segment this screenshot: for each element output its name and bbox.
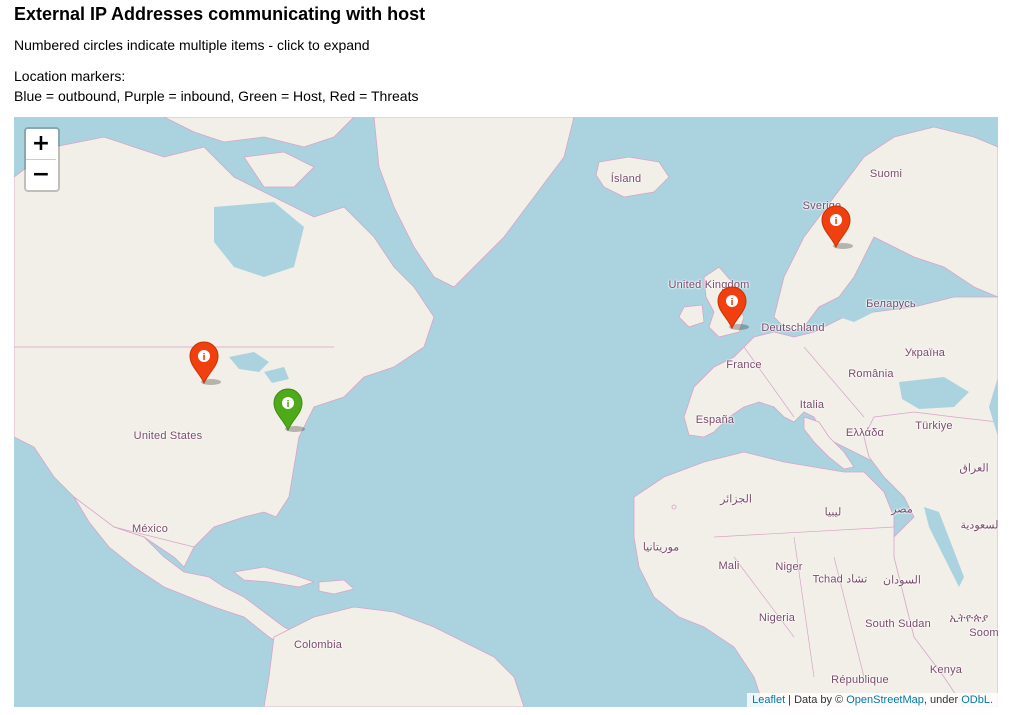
map-container[interactable]: Ísland Sverige Suomi United Kingdom Deut… — [14, 117, 998, 707]
marker-threat-north-central-us[interactable]: i — [189, 341, 221, 385]
label-spain: España — [695, 414, 735, 426]
zoom-out-button[interactable]: − — [26, 160, 56, 190]
zoom-in-button[interactable]: + — [26, 129, 56, 160]
attribution-under: , under — [923, 694, 962, 706]
label-mexico: México — [131, 523, 169, 535]
label-libya: ليبيا — [824, 506, 842, 519]
label-ethiopia: ኢትዮጵያ — [949, 612, 989, 625]
label-finland: Suomi — [869, 168, 903, 180]
zoom-control: + − — [24, 127, 60, 192]
marker-threat-sweden[interactable]: i — [821, 205, 853, 249]
osm-link[interactable]: OpenStreetMap — [846, 694, 924, 706]
label-chad: Tchad تشاد — [812, 573, 868, 586]
page-title: External IP Addresses communicating with… — [14, 4, 426, 24]
label-ukraine: Україна — [904, 347, 946, 359]
label-france: France — [726, 359, 762, 371]
label-iraq: العراق — [959, 462, 989, 475]
leaflet-link[interactable]: Leaflet — [752, 694, 785, 706]
label-somalia: Soom — [969, 627, 998, 639]
label-turkey: Türkiye — [915, 420, 953, 432]
attribution-data-by: | Data by © — [785, 694, 847, 706]
svg-text:i: i — [730, 298, 733, 308]
label-mauritania: موريتانيا — [642, 541, 680, 554]
label-greece: Ελλάδα — [845, 427, 885, 439]
svg-text:i: i — [202, 353, 205, 363]
marker-threat-uk[interactable]: i — [717, 286, 749, 330]
label-italy: Italia — [799, 399, 825, 411]
label-sudan: السودان — [883, 574, 921, 587]
label-south-sudan: South Sudan — [865, 618, 931, 630]
label-mali: Mali — [718, 560, 740, 572]
label-niger: Niger — [775, 561, 803, 573]
marker-host-east-us[interactable]: i — [273, 388, 305, 432]
label-romania: România — [848, 368, 894, 380]
label-algeria: الجزائر — [720, 493, 752, 506]
legend-label: Location markers: — [14, 68, 126, 84]
svg-text:i: i — [834, 217, 837, 227]
label-saudi: السعودية — [960, 519, 998, 532]
label-iceland: Ísland — [610, 173, 642, 185]
label-colombia: Colombia — [293, 639, 343, 651]
label-kenya: Kenya — [929, 664, 963, 676]
map-attribution: Leaflet | Data by © OpenStreetMap, under… — [747, 693, 998, 707]
label-nigeria: Nigeria — [758, 612, 796, 624]
page-subtitle: Numbered circles indicate multiple items… — [14, 37, 370, 53]
svg-text:i: i — [286, 400, 289, 410]
label-belarus: Беларусь — [866, 298, 916, 310]
legend-text: Blue = outbound, Purple = inbound, Green… — [14, 88, 419, 104]
label-egypt: مصر — [891, 503, 913, 516]
label-republique: République — [831, 674, 889, 686]
label-germany: Deutschland — [761, 322, 825, 334]
odbl-link[interactable]: ODbL. — [961, 694, 993, 706]
label-united-states: United States — [133, 430, 203, 442]
